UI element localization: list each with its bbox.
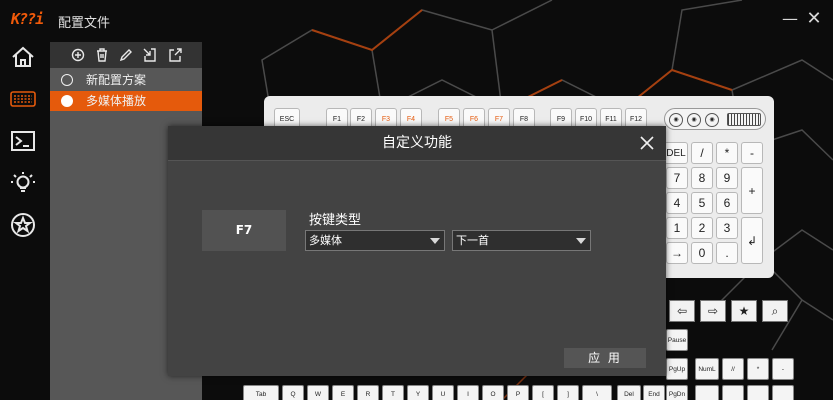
- close-icon[interactable]: [638, 134, 656, 152]
- key-q[interactable]: Q: [282, 385, 304, 400]
- key-numlock[interactable]: NumL: [695, 358, 719, 380]
- selected-key-preview: F7: [202, 210, 286, 251]
- key-i[interactable]: I: [457, 385, 479, 400]
- profile-item-label: 多媒体播放: [86, 94, 147, 108]
- key-type-label: 按键类型: [309, 213, 362, 228]
- edit-icon[interactable]: [118, 47, 134, 63]
- key-num-multiply[interactable]: *: [747, 358, 769, 380]
- key-num8-lower[interactable]: [722, 385, 744, 400]
- volume-icon[interactable]: ◉: [669, 113, 683, 127]
- key-num4[interactable]: 4: [666, 192, 688, 214]
- key-t[interactable]: T: [382, 385, 404, 400]
- key-num9-lower[interactable]: [747, 385, 769, 400]
- key-search[interactable]: ⌕: [762, 300, 788, 322]
- minimize-button[interactable]: —: [781, 10, 799, 28]
- key-type-value: 多媒体: [309, 234, 342, 247]
- add-icon[interactable]: [70, 47, 86, 63]
- key-end[interactable]: End: [643, 385, 665, 400]
- key-left-arrow[interactable]: ⇦: [669, 300, 695, 322]
- lightbulb-icon[interactable]: [10, 170, 36, 196]
- export-icon[interactable]: [167, 47, 183, 63]
- key-e[interactable]: E: [332, 385, 354, 400]
- key-right-bracket[interactable]: ]: [557, 385, 579, 400]
- key-decimal[interactable]: .: [716, 242, 738, 264]
- key-num8[interactable]: 8: [691, 167, 713, 189]
- dialog-header: 自定义功能: [168, 126, 666, 161]
- key-left-bracket[interactable]: [: [532, 385, 554, 400]
- app-logo: K??i: [11, 10, 44, 28]
- key-num1[interactable]: 1: [666, 217, 688, 239]
- home-icon[interactable]: [10, 44, 36, 70]
- key-num6[interactable]: 6: [716, 192, 738, 214]
- radio-checked-icon: [61, 95, 73, 107]
- key-minus[interactable]: -: [741, 142, 763, 164]
- key-num-plus-lower[interactable]: [772, 385, 794, 400]
- apply-button[interactable]: 应 用: [564, 348, 646, 368]
- action-value: 下一首: [456, 234, 489, 247]
- key-num9[interactable]: 9: [716, 167, 738, 189]
- dropdown-arrow-icon: [430, 238, 440, 244]
- dropdown-arrow-icon: [576, 238, 586, 244]
- key-arrow-right-partial[interactable]: →: [666, 242, 688, 264]
- mute-icon[interactable]: ◉: [687, 113, 701, 127]
- key-star[interactable]: ★: [731, 300, 757, 322]
- key-w[interactable]: W: [307, 385, 329, 400]
- key-num-divide[interactable]: //: [722, 358, 744, 380]
- key-divide[interactable]: /: [691, 142, 713, 164]
- key-multiply[interactable]: *: [716, 142, 738, 164]
- key-num7[interactable]: 7: [666, 167, 688, 189]
- radio-unchecked-icon: [61, 74, 73, 86]
- key-r[interactable]: R: [357, 385, 379, 400]
- custom-function-dialog: 自定义功能 F7 按键类型 多媒体 下一首 应 用: [168, 126, 666, 376]
- import-icon[interactable]: [142, 47, 158, 63]
- key-enter[interactable]: ↲: [741, 217, 763, 264]
- key-y[interactable]: Y: [407, 385, 429, 400]
- key-type-select[interactable]: 多媒体: [305, 230, 445, 251]
- profile-toolbar: [50, 42, 202, 68]
- key-num5[interactable]: 5: [691, 192, 713, 214]
- key-num7-lower[interactable]: [695, 385, 719, 400]
- key-pgdn[interactable]: PgDn: [666, 385, 688, 400]
- media-controls: ◉ ◉ ◉: [664, 108, 766, 130]
- key-right-arrow[interactable]: ⇨: [700, 300, 726, 322]
- title-bar: K??i 配置文件 — ✕: [0, 0, 833, 40]
- key-num0[interactable]: 0: [691, 242, 713, 264]
- window-close-button[interactable]: ✕: [805, 10, 823, 28]
- star-icon[interactable]: [10, 212, 36, 238]
- terminal-icon[interactable]: [10, 128, 36, 154]
- key-o[interactable]: O: [482, 385, 504, 400]
- profile-item-multimedia[interactable]: 多媒体播放: [50, 91, 202, 111]
- key-backslash[interactable]: \: [582, 385, 612, 400]
- app-title: 配置文件: [58, 16, 111, 31]
- key-pgup[interactable]: PgUp: [666, 358, 688, 380]
- key-num-minus[interactable]: -: [772, 358, 794, 380]
- keyboard-icon[interactable]: [10, 86, 36, 112]
- key-plus[interactable]: +: [741, 167, 763, 214]
- lock-icon[interactable]: ◉: [705, 113, 719, 127]
- key-del[interactable]: DEL: [664, 142, 688, 164]
- key-num2[interactable]: 2: [691, 217, 713, 239]
- profile-item-label: 新配置方案: [86, 73, 147, 87]
- profile-item-new[interactable]: 新配置方案: [50, 70, 202, 90]
- brand-plate: [727, 113, 761, 126]
- key-p[interactable]: P: [507, 385, 529, 400]
- left-nav: [0, 40, 46, 400]
- key-num3[interactable]: 3: [716, 217, 738, 239]
- key-tab[interactable]: Tab: [243, 385, 279, 400]
- dialog-title: 自定义功能: [382, 135, 452, 151]
- key-del-lower[interactable]: Del: [617, 385, 641, 400]
- key-u[interactable]: U: [432, 385, 454, 400]
- key-pause[interactable]: Pause: [666, 329, 688, 351]
- delete-icon[interactable]: [94, 47, 110, 63]
- action-select[interactable]: 下一首: [452, 230, 591, 251]
